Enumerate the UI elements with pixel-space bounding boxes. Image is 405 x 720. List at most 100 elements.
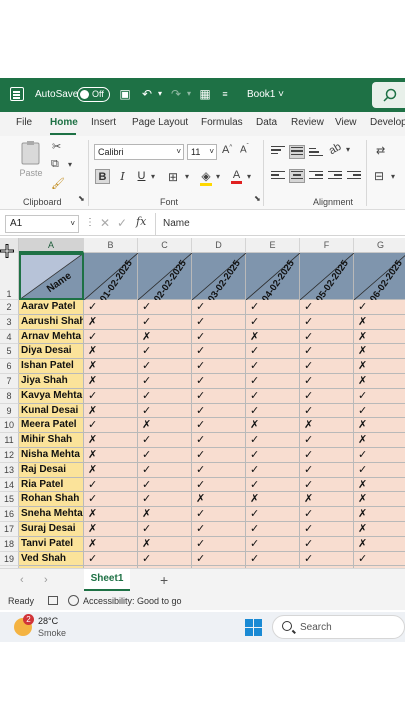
attendance-cell[interactable]: ✓ [138,492,192,508]
more-options-icon[interactable]: ⋮ [85,217,95,228]
student-name-cell[interactable]: Arnav Mehta [19,329,84,345]
column-header-b[interactable]: B [84,238,138,253]
attendance-cell[interactable]: ✓ [84,388,138,404]
attendance-cell[interactable]: ✓ [192,448,246,463]
tab-develop[interactable]: Develop [370,117,405,128]
tab-view[interactable]: View [335,117,357,128]
attendance-cell[interactable]: ✓ [192,477,246,493]
autosave-toggle[interactable]: Off [77,87,110,102]
attendance-cell[interactable]: ✗ [84,359,138,374]
row-header[interactable]: 18 [0,536,19,552]
name-box[interactable]: A1 ˅ [5,215,79,233]
attendance-cell[interactable]: ✓ [192,536,246,552]
row-header[interactable]: 12 [0,448,19,463]
student-name-cell[interactable]: Tanvi Patel [19,536,84,552]
row-header[interactable]: 6 [0,359,19,374]
worksheet-grid[interactable]: ABCDEFG 1 Name 01-02-2025 02-02-2025 03-02-2… [0,238,405,568]
attendance-cell[interactable]: ✗ [84,314,138,330]
attendance-cell[interactable]: ✓ [300,522,354,537]
attendance-cell[interactable]: ✗ [138,536,192,552]
date-header-cell[interactable]: 05-02-2025 [300,253,354,304]
font-size-select[interactable]: 11 ˅ [187,144,217,160]
tab-page-layout[interactable]: Page Layout [132,117,188,128]
attendance-cell[interactable]: ✓ [192,329,246,345]
row-header[interactable]: 19 [0,551,19,567]
student-name-cell[interactable]: Nisha Mehta [19,448,84,463]
attendance-cell[interactable]: ✗ [84,448,138,463]
attendance-cell[interactable]: ✓ [246,300,300,315]
attendance-cell[interactable]: ✓ [300,359,354,374]
attendance-cell[interactable]: ✓ [300,300,354,315]
tab-formulas[interactable]: Formulas [201,117,243,128]
attendance-cell[interactable]: ✓ [300,551,354,567]
column-header-a[interactable]: A [19,238,84,253]
attendance-cell[interactable]: ✗ [246,418,300,434]
row-header[interactable]: 3 [0,314,19,330]
attendance-cell[interactable]: ✓ [354,403,405,419]
student-name-cell[interactable]: Meera Patel [19,418,84,434]
attendance-cell[interactable]: ✓ [192,418,246,434]
orientation-dropdown-icon[interactable]: ▾ [346,145,350,154]
attendance-cell[interactable]: ✓ [246,522,300,537]
tab-home[interactable]: Home [50,117,78,128]
attendance-cell[interactable]: ✗ [354,329,405,345]
attendance-cell[interactable]: ✓ [246,344,300,360]
next-sheet-icon[interactable]: › [44,574,48,586]
attendance-cell[interactable]: ✓ [138,551,192,567]
wrap-text-icon[interactable]: ⇄ [376,144,385,157]
student-name-cell[interactable]: Raj Desai [19,462,84,478]
attendance-cell[interactable]: ✗ [354,536,405,552]
attendance-cell[interactable]: ✓ [246,477,300,493]
student-name-cell[interactable]: Ishan Patel [19,359,84,374]
attendance-cell[interactable]: ✓ [192,300,246,315]
attendance-cell[interactable]: ✓ [192,507,246,522]
attendance-cell[interactable]: ✓ [138,403,192,419]
workbook-title[interactable]: Book1 ˅ [247,89,284,100]
attendance-cell[interactable]: ✗ [138,418,192,434]
underline-dropdown-icon[interactable]: ▾ [151,172,155,181]
attendance-cell[interactable]: ✓ [138,359,192,374]
align-center-icon[interactable] [289,169,305,183]
font-name-select[interactable]: Calibri ˅ [94,144,184,160]
student-name-cell[interactable]: Kavya Mehta [19,388,84,404]
attendance-cell[interactable]: ✗ [354,492,405,508]
attendance-cell[interactable]: ✓ [246,507,300,522]
student-name-cell[interactable]: Mihir Shah [19,433,84,448]
middle-align-icon[interactable] [289,145,305,159]
attendance-cell[interactable]: ✓ [300,536,354,552]
student-name-cell[interactable]: Jiya Shah [19,374,84,389]
tab-review[interactable]: Review [291,117,324,128]
fill-color-icon[interactable]: ◈ [200,169,212,186]
row-header[interactable]: 14 [0,477,19,493]
insert-function-icon[interactable]: fx [136,215,146,228]
attendance-cell[interactable]: ✓ [300,314,354,330]
font-color-icon[interactable]: A [231,169,242,184]
student-name-cell[interactable]: Sneha Mehta [19,507,84,522]
attendance-cell[interactable]: ✓ [138,522,192,537]
attendance-cell[interactable]: ✗ [84,536,138,552]
windows-start-icon[interactable] [245,619,262,636]
fill-color-dropdown-icon[interactable]: ▾ [216,172,220,181]
attendance-cell[interactable]: ✗ [84,462,138,478]
formula-input[interactable]: Name [155,213,405,235]
taskbar-search[interactable]: Search [272,615,405,639]
attendance-cell[interactable]: ✓ [192,551,246,567]
tab-file[interactable]: File [16,117,32,128]
format-painter-icon[interactable]: 🖌 [51,177,65,190]
merge-dropdown-icon[interactable]: ▾ [391,172,395,181]
attendance-cell[interactable]: ✗ [354,507,405,522]
add-sheet-button[interactable]: + [160,572,168,588]
attendance-cell[interactable]: ✓ [300,388,354,404]
attendance-cell[interactable]: ✓ [84,300,138,315]
row-header[interactable]: 16 [0,507,19,522]
row-header[interactable]: 10 [0,418,19,434]
tab-insert[interactable]: Insert [91,117,116,128]
borders-dropdown-icon[interactable]: ▾ [185,172,189,181]
column-header-c[interactable]: C [138,238,192,253]
tab-data[interactable]: Data [256,117,277,128]
attendance-cell[interactable]: ✓ [300,448,354,463]
bold-button[interactable]: B [95,169,110,184]
attendance-cell[interactable]: ✓ [192,374,246,389]
attendance-cell[interactable]: ✗ [354,433,405,448]
merge-center-icon[interactable]: ⊟ [374,169,384,183]
